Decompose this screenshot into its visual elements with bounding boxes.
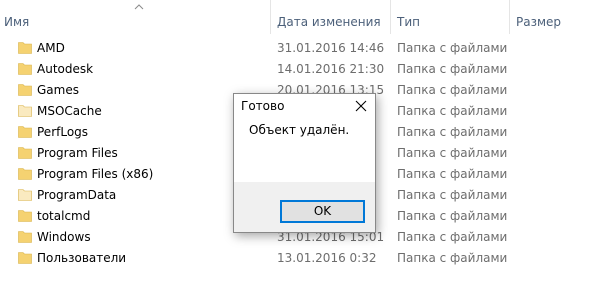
column-header-date[interactable]: Дата изменения <box>277 13 381 31</box>
file-name: Windows <box>37 230 91 244</box>
folder-icon <box>18 42 32 54</box>
file-type: Папка с файлами <box>397 230 508 244</box>
file-date: 14.01.2016 21:30 <box>277 62 385 76</box>
file-name: Program Files (x86) <box>37 167 154 181</box>
folder-icon <box>18 147 32 159</box>
file-name: Program Files <box>37 146 118 160</box>
column-header-name[interactable]: Имя <box>4 13 29 31</box>
column-header-bar: Имя Дата изменения Тип Размер <box>0 0 602 36</box>
file-row[interactable]: AMD 31.01.2016 14:46 Папка с файлами <box>0 38 602 59</box>
file-name: MSOCache <box>37 104 102 118</box>
file-name: Autodesk <box>37 62 94 76</box>
folder-icon <box>18 63 32 75</box>
file-type: Папка с файлами <box>397 41 508 55</box>
file-date: 31.01.2016 14:46 <box>277 41 385 55</box>
ok-button[interactable]: OK <box>280 200 365 223</box>
column-divider[interactable] <box>509 0 510 34</box>
file-type: Папка с файлами <box>397 188 508 202</box>
file-name: Пользователи <box>37 251 127 265</box>
file-name: totalcmd <box>37 209 91 223</box>
file-date: 13.01.2016 0:32 <box>277 251 377 265</box>
file-type: Папка с файлами <box>397 62 508 76</box>
folder-hidden-icon <box>18 189 32 201</box>
dialog-title: Готово <box>241 99 285 113</box>
dialog-message: Объект удалён. <box>249 123 350 137</box>
column-header-size[interactable]: Размер <box>516 13 561 31</box>
file-type: Папка с файлами <box>397 209 508 223</box>
file-name: AMD <box>37 41 65 55</box>
dialog-title-bar: Готово <box>234 94 375 118</box>
close-icon[interactable] <box>353 98 369 114</box>
folder-icon <box>18 252 32 264</box>
file-type: Папка с файлами <box>397 167 508 181</box>
folder-hidden-icon <box>18 105 32 117</box>
file-type: Папка с файлами <box>397 104 508 118</box>
message-dialog: Готово Объект удалён. OK <box>233 93 376 233</box>
file-row[interactable]: Пользователи 13.01.2016 0:32 Папка с файла… <box>0 248 602 269</box>
folder-icon <box>18 210 32 222</box>
file-type: Папка с файлами <box>397 83 508 97</box>
file-type: Папка с файлами <box>397 125 508 139</box>
folder-icon <box>18 84 32 96</box>
file-name: PerfLogs <box>37 125 89 139</box>
file-type: Папка с файлами <box>397 251 508 265</box>
column-header-type[interactable]: Тип <box>397 13 420 31</box>
folder-icon <box>18 126 32 138</box>
column-divider[interactable] <box>270 0 271 34</box>
file-type: Папка с файлами <box>397 146 508 160</box>
file-row[interactable]: Autodesk 14.01.2016 21:30 Папка с файлами <box>0 59 602 80</box>
column-divider[interactable] <box>390 0 391 34</box>
folder-icon <box>18 231 32 243</box>
file-name: ProgramData <box>37 188 117 202</box>
file-name: Games <box>37 83 79 97</box>
sort-ascending-icon <box>134 4 144 10</box>
folder-icon <box>18 168 32 180</box>
